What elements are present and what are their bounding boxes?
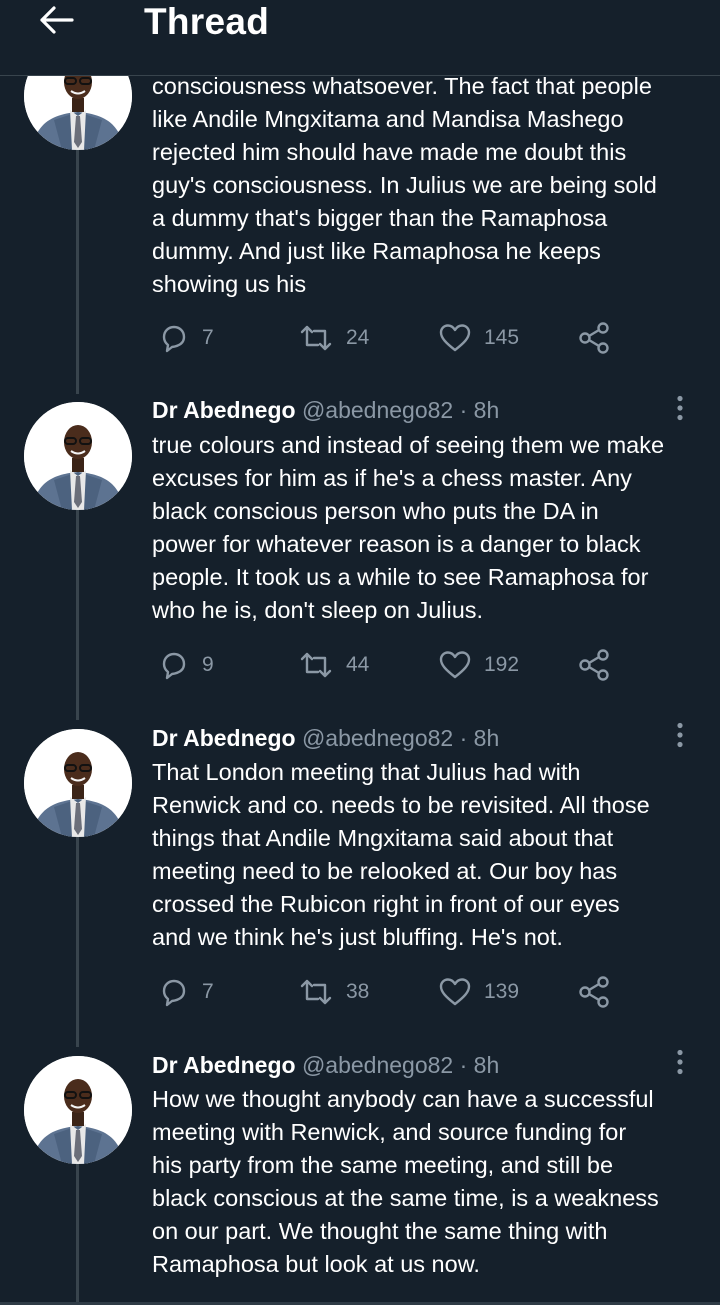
like-count: 145 [484, 326, 520, 349]
retweet-icon [298, 976, 334, 1008]
reply-count: 7 [202, 326, 214, 349]
thread-connector [76, 837, 79, 1047]
separator-dot: · [459, 1052, 468, 1078]
more-vertical-icon [676, 722, 684, 753]
like-count: 139 [484, 980, 520, 1003]
thread-connector [76, 1164, 79, 1302]
more-options-button[interactable] [660, 1044, 700, 1084]
share-button[interactable] [578, 645, 612, 685]
reply-icon [158, 976, 190, 1008]
tweet-header: Dr Abednego @abednego82 · 8h [152, 1049, 499, 1081]
reply-icon [158, 322, 190, 354]
retweet-button[interactable]: 38 [298, 972, 369, 1012]
top-bar: Thread [0, 0, 720, 76]
heart-icon [438, 976, 472, 1008]
avatar[interactable] [24, 402, 132, 510]
avatar[interactable] [24, 1056, 132, 1164]
author-name[interactable]: Dr Abednego [152, 397, 296, 423]
timestamp[interactable]: 8h [474, 397, 500, 423]
heart-icon [438, 649, 472, 681]
tweet-text: How we thought anybody can have a succes… [152, 1086, 659, 1277]
reply-icon [158, 649, 190, 681]
thread-connector [76, 150, 79, 394]
reply-count: 7 [202, 980, 214, 1003]
thread-connector [76, 510, 79, 720]
more-vertical-icon [676, 1049, 684, 1080]
retweet-count: 44 [346, 653, 370, 676]
share-icon [578, 648, 612, 682]
reply-button[interactable]: 9 [158, 645, 214, 685]
separator-dot: · [459, 725, 468, 751]
author-name[interactable]: Dr Abednego [152, 1052, 296, 1078]
tweet-text: true colours and instead of seeing them … [152, 432, 665, 623]
back-button[interactable] [30, 0, 82, 44]
reply-button[interactable]: 7 [158, 318, 214, 358]
more-options-button[interactable] [660, 390, 700, 430]
share-button[interactable] [578, 972, 612, 1012]
retweet-icon [298, 322, 334, 354]
like-count: 192 [484, 653, 520, 676]
author-handle[interactable]: @abednego82 [302, 725, 453, 751]
tweet-header: Dr Abednego @abednego82 · 8h [152, 722, 499, 754]
more-vertical-icon [676, 395, 684, 426]
like-button[interactable]: 139 [438, 972, 519, 1012]
tweet-text: That London meeting that Julius had with… [152, 759, 650, 950]
header-divider [0, 75, 720, 76]
retweet-icon [298, 649, 334, 681]
reply-button[interactable]: 7 [158, 972, 214, 1012]
avatar[interactable] [24, 729, 132, 837]
share-button[interactable] [578, 318, 612, 358]
retweet-count: 24 [346, 326, 370, 349]
author-name[interactable]: Dr Abednego [152, 725, 296, 751]
like-button[interactable]: 145 [438, 318, 519, 358]
retweet-button[interactable]: 44 [298, 645, 369, 685]
heart-icon [438, 322, 472, 354]
more-options-button[interactable] [660, 717, 700, 757]
reply-count: 9 [202, 653, 214, 676]
timestamp[interactable]: 8h [474, 725, 500, 751]
separator-dot: · [459, 397, 468, 423]
tweet-header: Dr Abednego @abednego82 · 8h [152, 394, 499, 426]
share-icon [578, 975, 612, 1009]
retweet-count: 38 [346, 980, 370, 1003]
share-icon [578, 321, 612, 355]
author-handle[interactable]: @abednego82 [302, 1052, 453, 1078]
retweet-button[interactable]: 24 [298, 318, 369, 358]
page-title: Thread [144, 1, 270, 42]
tweet-text: consciousness whatsoever. The fact that … [152, 73, 657, 297]
like-button[interactable]: 192 [438, 645, 519, 685]
timestamp[interactable]: 8h [474, 1052, 500, 1078]
author-handle[interactable]: @abednego82 [302, 397, 453, 423]
arrow-left-icon [38, 5, 74, 40]
